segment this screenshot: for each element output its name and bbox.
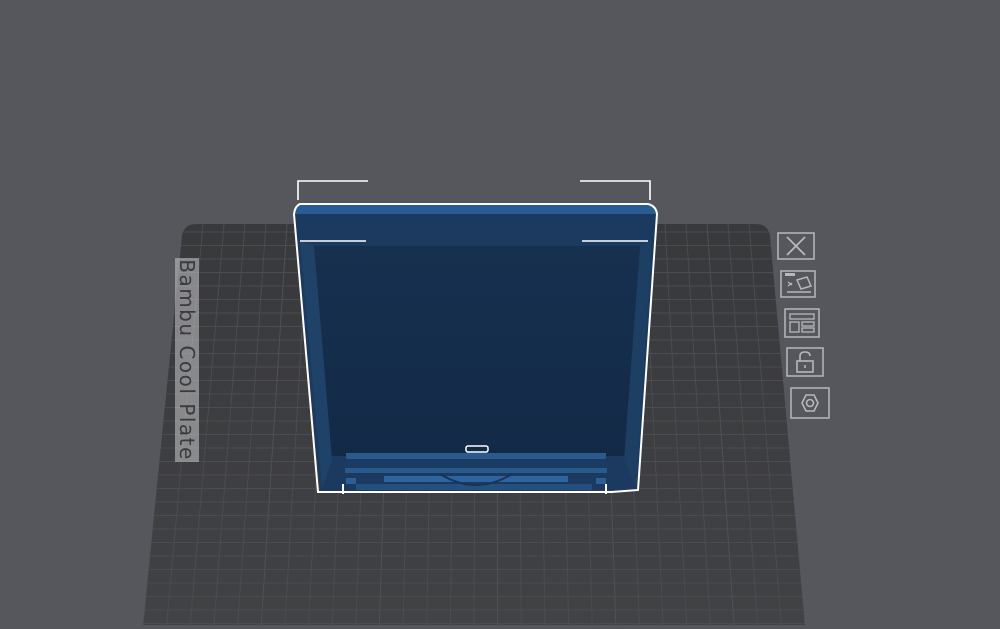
nut-icon	[790, 387, 830, 419]
close-icon	[777, 232, 815, 260]
object-toolbar	[777, 232, 835, 427]
plate-label: Bambu Cool Plate	[175, 259, 199, 461]
lock-icon	[786, 347, 824, 377]
arrange-button[interactable]	[783, 308, 821, 338]
lock-plate-button[interactable]	[785, 346, 825, 378]
scene	[143, 180, 805, 625]
auto-orient-icon	[780, 270, 816, 298]
model-box[interactable]	[292, 203, 659, 494]
arrange-icon	[784, 308, 820, 338]
plate-settings-button[interactable]	[789, 386, 831, 420]
3d-viewport[interactable]: Bambu Cool Plate	[0, 0, 1000, 625]
auto-orient-button[interactable]	[779, 270, 817, 298]
remove-plate-button[interactable]	[777, 232, 815, 260]
plate-label-background: Bambu Cool Plate	[175, 258, 199, 462]
